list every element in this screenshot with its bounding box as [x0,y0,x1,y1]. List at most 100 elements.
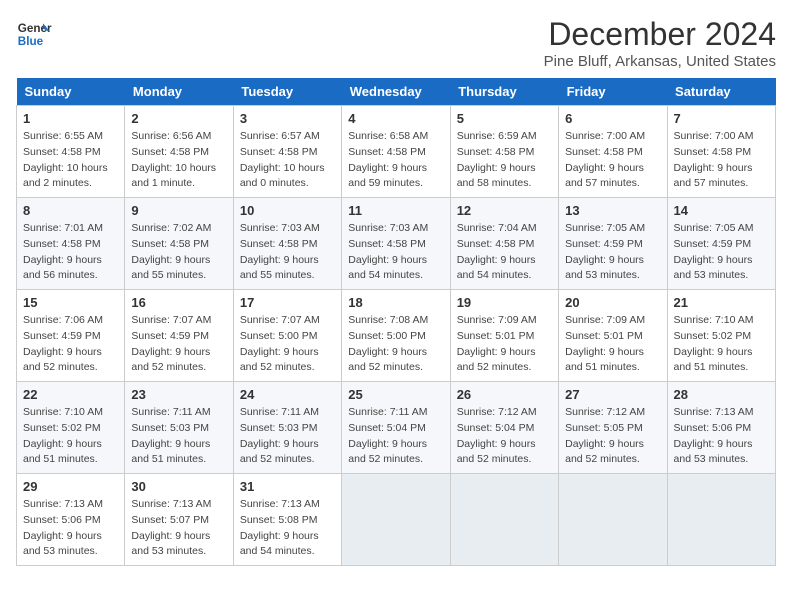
calendar-cell: 4 Sunrise: 6:58 AM Sunset: 4:58 PM Dayli… [342,106,450,198]
day-info: Sunrise: 7:09 AM Sunset: 5:01 PM Dayligh… [457,313,552,376]
calendar-cell: 16 Sunrise: 7:07 AM Sunset: 4:59 PM Dayl… [125,290,233,382]
day-number: 26 [457,387,552,402]
day-info: Sunrise: 7:12 AM Sunset: 5:04 PM Dayligh… [457,405,552,468]
calendar-cell: 12 Sunrise: 7:04 AM Sunset: 4:58 PM Dayl… [450,198,558,290]
day-number: 6 [565,111,660,126]
calendar-cell: 7 Sunrise: 7:00 AM Sunset: 4:58 PM Dayli… [667,106,775,198]
calendar-cell: 19 Sunrise: 7:09 AM Sunset: 5:01 PM Dayl… [450,290,558,382]
day-number: 28 [674,387,769,402]
day-number: 5 [457,111,552,126]
day-info: Sunrise: 7:00 AM Sunset: 4:58 PM Dayligh… [565,129,660,192]
weekday-header-row: SundayMondayTuesdayWednesdayThursdayFrid… [17,78,776,106]
day-info: Sunrise: 7:11 AM Sunset: 5:04 PM Dayligh… [348,405,443,468]
day-info: Sunrise: 7:13 AM Sunset: 5:06 PM Dayligh… [23,497,118,560]
day-info: Sunrise: 7:03 AM Sunset: 4:58 PM Dayligh… [348,221,443,284]
calendar-cell: 31 Sunrise: 7:13 AM Sunset: 5:08 PM Dayl… [233,474,341,566]
day-number: 29 [23,479,118,494]
calendar-cell: 8 Sunrise: 7:01 AM Sunset: 4:58 PM Dayli… [17,198,125,290]
day-number: 9 [131,203,226,218]
calendar-cell: 21 Sunrise: 7:10 AM Sunset: 5:02 PM Dayl… [667,290,775,382]
calendar-cell: 6 Sunrise: 7:00 AM Sunset: 4:58 PM Dayli… [559,106,667,198]
day-number: 2 [131,111,226,126]
calendar-cell: 28 Sunrise: 7:13 AM Sunset: 5:06 PM Dayl… [667,382,775,474]
day-info: Sunrise: 7:13 AM Sunset: 5:07 PM Dayligh… [131,497,226,560]
calendar-week-5: 29 Sunrise: 7:13 AM Sunset: 5:06 PM Dayl… [17,474,776,566]
day-info: Sunrise: 6:55 AM Sunset: 4:58 PM Dayligh… [23,129,118,192]
calendar-week-2: 8 Sunrise: 7:01 AM Sunset: 4:58 PM Dayli… [17,198,776,290]
day-info: Sunrise: 6:56 AM Sunset: 4:58 PM Dayligh… [131,129,226,192]
day-info: Sunrise: 7:07 AM Sunset: 5:00 PM Dayligh… [240,313,335,376]
calendar-cell: 10 Sunrise: 7:03 AM Sunset: 4:58 PM Dayl… [233,198,341,290]
day-number: 4 [348,111,443,126]
day-number: 19 [457,295,552,310]
calendar-week-4: 22 Sunrise: 7:10 AM Sunset: 5:02 PM Dayl… [17,382,776,474]
day-number: 3 [240,111,335,126]
svg-text:Blue: Blue [18,35,44,48]
page-container: General Blue December 2024 Pine Bluff, A… [16,16,776,566]
calendar-cell: 2 Sunrise: 6:56 AM Sunset: 4:58 PM Dayli… [125,106,233,198]
day-number: 15 [23,295,118,310]
day-number: 18 [348,295,443,310]
day-info: Sunrise: 7:04 AM Sunset: 4:58 PM Dayligh… [457,221,552,284]
day-number: 8 [23,203,118,218]
calendar-cell: 22 Sunrise: 7:10 AM Sunset: 5:02 PM Dayl… [17,382,125,474]
calendar-cell: 23 Sunrise: 7:11 AM Sunset: 5:03 PM Dayl… [125,382,233,474]
calendar-cell: 25 Sunrise: 7:11 AM Sunset: 5:04 PM Dayl… [342,382,450,474]
calendar-cell: 18 Sunrise: 7:08 AM Sunset: 5:00 PM Dayl… [342,290,450,382]
weekday-header-sunday: Sunday [17,78,125,106]
day-number: 13 [565,203,660,218]
calendar-cell: 14 Sunrise: 7:05 AM Sunset: 4:59 PM Dayl… [667,198,775,290]
day-info: Sunrise: 7:09 AM Sunset: 5:01 PM Dayligh… [565,313,660,376]
calendar-cell: 13 Sunrise: 7:05 AM Sunset: 4:59 PM Dayl… [559,198,667,290]
day-number: 27 [565,387,660,402]
logo-icon: General Blue [16,16,52,52]
day-info: Sunrise: 7:02 AM Sunset: 4:58 PM Dayligh… [131,221,226,284]
day-info: Sunrise: 7:03 AM Sunset: 4:58 PM Dayligh… [240,221,335,284]
day-number: 20 [565,295,660,310]
day-info: Sunrise: 7:05 AM Sunset: 4:59 PM Dayligh… [565,221,660,284]
calendar-cell: 9 Sunrise: 7:02 AM Sunset: 4:58 PM Dayli… [125,198,233,290]
weekday-header-friday: Friday [559,78,667,106]
header: General Blue December 2024 Pine Bluff, A… [16,16,776,70]
weekday-header-thursday: Thursday [450,78,558,106]
calendar-cell: 29 Sunrise: 7:13 AM Sunset: 5:06 PM Dayl… [17,474,125,566]
calendar-cell: 3 Sunrise: 6:57 AM Sunset: 4:58 PM Dayli… [233,106,341,198]
day-info: Sunrise: 7:10 AM Sunset: 5:02 PM Dayligh… [674,313,769,376]
calendar-cell: 20 Sunrise: 7:09 AM Sunset: 5:01 PM Dayl… [559,290,667,382]
day-number: 10 [240,203,335,218]
day-info: Sunrise: 7:11 AM Sunset: 5:03 PM Dayligh… [131,405,226,468]
day-number: 16 [131,295,226,310]
day-info: Sunrise: 7:08 AM Sunset: 5:00 PM Dayligh… [348,313,443,376]
month-title: December 2024 [544,16,776,53]
calendar-cell: 26 Sunrise: 7:12 AM Sunset: 5:04 PM Dayl… [450,382,558,474]
calendar-cell: 30 Sunrise: 7:13 AM Sunset: 5:07 PM Dayl… [125,474,233,566]
day-number: 23 [131,387,226,402]
calendar-cell: 27 Sunrise: 7:12 AM Sunset: 5:05 PM Dayl… [559,382,667,474]
day-info: Sunrise: 6:58 AM Sunset: 4:58 PM Dayligh… [348,129,443,192]
weekday-header-saturday: Saturday [667,78,775,106]
day-number: 17 [240,295,335,310]
calendar-cell [342,474,450,566]
calendar-cell: 1 Sunrise: 6:55 AM Sunset: 4:58 PM Dayli… [17,106,125,198]
day-number: 14 [674,203,769,218]
day-number: 25 [348,387,443,402]
calendar-table: SundayMondayTuesdayWednesdayThursdayFrid… [16,78,776,566]
calendar-cell: 5 Sunrise: 6:59 AM Sunset: 4:58 PM Dayli… [450,106,558,198]
day-number: 7 [674,111,769,126]
day-info: Sunrise: 7:01 AM Sunset: 4:58 PM Dayligh… [23,221,118,284]
day-info: Sunrise: 7:12 AM Sunset: 5:05 PM Dayligh… [565,405,660,468]
day-info: Sunrise: 7:05 AM Sunset: 4:59 PM Dayligh… [674,221,769,284]
location-title: Pine Bluff, Arkansas, United States [544,53,776,70]
calendar-week-1: 1 Sunrise: 6:55 AM Sunset: 4:58 PM Dayli… [17,106,776,198]
day-info: Sunrise: 6:57 AM Sunset: 4:58 PM Dayligh… [240,129,335,192]
calendar-cell: 11 Sunrise: 7:03 AM Sunset: 4:58 PM Dayl… [342,198,450,290]
day-number: 30 [131,479,226,494]
calendar-cell: 15 Sunrise: 7:06 AM Sunset: 4:59 PM Dayl… [17,290,125,382]
day-info: Sunrise: 7:11 AM Sunset: 5:03 PM Dayligh… [240,405,335,468]
day-info: Sunrise: 7:13 AM Sunset: 5:06 PM Dayligh… [674,405,769,468]
calendar-cell [450,474,558,566]
day-info: Sunrise: 7:07 AM Sunset: 4:59 PM Dayligh… [131,313,226,376]
calendar-cell: 24 Sunrise: 7:11 AM Sunset: 5:03 PM Dayl… [233,382,341,474]
day-info: Sunrise: 7:10 AM Sunset: 5:02 PM Dayligh… [23,405,118,468]
day-info: Sunrise: 6:59 AM Sunset: 4:58 PM Dayligh… [457,129,552,192]
